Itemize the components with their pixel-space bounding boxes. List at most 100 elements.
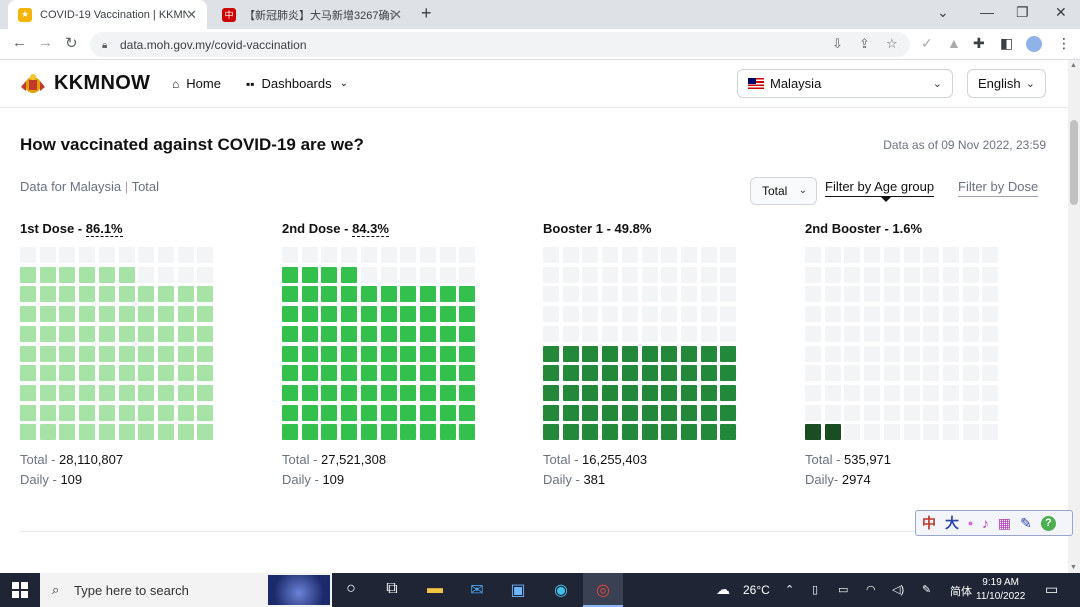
restore-icon[interactable]: ❐ bbox=[1016, 4, 1029, 21]
browser-tab-active[interactable]: ★ COVID-19 Vaccination | KKMNOW ✕ bbox=[8, 0, 207, 29]
waffle-cell-filled bbox=[79, 325, 96, 342]
extension-icon[interactable]: ▲ bbox=[947, 35, 961, 51]
reload-icon[interactable]: ↻ bbox=[65, 34, 78, 52]
country-select[interactable]: Malaysia ⌄ bbox=[737, 69, 953, 98]
cortana-icon[interactable]: ○ bbox=[341, 580, 361, 600]
waffle-cell-filled bbox=[543, 384, 559, 401]
waffle-cell-filled bbox=[301, 384, 318, 401]
new-tab-icon[interactable]: + bbox=[421, 3, 432, 24]
waffle-cell-filled bbox=[602, 345, 619, 362]
ime-tool-icon[interactable]: ✎ bbox=[1020, 515, 1032, 532]
chrome-taskbar-button[interactable]: ◎ bbox=[583, 573, 623, 607]
volume-icon[interactable]: ◁) bbox=[892, 583, 904, 596]
share-icon[interactable]: ⇪ bbox=[859, 36, 870, 52]
total-select[interactable]: Total ⌄ bbox=[750, 177, 817, 205]
page-scrollbar[interactable]: ▲ ▼ bbox=[1068, 60, 1080, 573]
check-extension-icon[interactable]: ✓ bbox=[921, 35, 933, 52]
nav-dashboards[interactable]: ▪▪ Dashboards ⌄ bbox=[246, 76, 348, 91]
tray-device-icon[interactable]: ▯ bbox=[812, 583, 818, 596]
ime-help-icon[interactable]: ? bbox=[1040, 515, 1056, 531]
chrome-icon: ◎ bbox=[596, 582, 610, 599]
waffle-chart-booster2 bbox=[805, 247, 1000, 442]
waffle-cell-empty bbox=[805, 325, 821, 342]
ime-moon-icon[interactable]: ♪ bbox=[982, 515, 989, 531]
waffle-cell-filled bbox=[39, 306, 56, 323]
waffle-cell-filled bbox=[59, 424, 76, 441]
close-window-icon[interactable]: ✕ bbox=[1055, 4, 1067, 21]
dose-percent[interactable]: 86.1% bbox=[85, 221, 123, 237]
ime-punct-icon[interactable]: • bbox=[968, 515, 973, 531]
forward-icon[interactable]: → bbox=[38, 34, 53, 51]
notifications-icon[interactable]: ▭ bbox=[1045, 581, 1058, 598]
ime-toolbar[interactable]: 中 大 • ♪ ▦ ✎ ? bbox=[915, 510, 1073, 536]
waffle-cell-filled bbox=[582, 424, 599, 441]
filter-dose-tab[interactable]: Filter by Dose bbox=[958, 179, 1039, 197]
tray-display-icon[interactable]: ▭ bbox=[838, 583, 848, 596]
waffle-cell-empty bbox=[661, 325, 678, 342]
waffle-cell-filled bbox=[543, 404, 559, 421]
taskbar-clock[interactable]: 9:19 AM 11/10/2022 bbox=[976, 576, 1025, 604]
ime-width-icon[interactable]: 大 bbox=[945, 513, 959, 533]
edge-icon[interactable]: ◉ bbox=[551, 580, 571, 600]
profile-avatar[interactable] bbox=[1026, 36, 1042, 52]
ime-keyboard-icon[interactable]: ▦ bbox=[998, 515, 1011, 532]
waffle-cell-empty bbox=[680, 247, 697, 263]
close-tab-icon[interactable]: ✕ bbox=[391, 7, 402, 23]
waffle-cell-filled bbox=[459, 345, 476, 362]
tray-chevron-up-icon[interactable]: ⌃ bbox=[785, 583, 794, 596]
install-icon[interactable]: ⇩ bbox=[832, 36, 843, 52]
url-input[interactable]: 🔒︎ data.moh.gov.my/covid-vaccination bbox=[90, 32, 910, 57]
waffle-cell-filled bbox=[98, 365, 115, 382]
waffle-cell-empty bbox=[439, 266, 456, 283]
language-select[interactable]: English ⌄ bbox=[967, 69, 1046, 98]
scroll-up-icon[interactable]: ▲ bbox=[1070, 62, 1077, 69]
waffle-cell-empty bbox=[439, 247, 456, 263]
waffle-cell-filled bbox=[582, 404, 599, 421]
dose-percent[interactable]: 84.3% bbox=[352, 221, 389, 237]
country-value: Malaysia bbox=[770, 76, 822, 91]
browser-tab[interactable]: 中 【新冠肺炎】大马新增3267确诊 | 国 ✕ bbox=[212, 0, 412, 29]
weather-temp[interactable]: 26°C bbox=[743, 583, 770, 597]
waffle-cell-filled bbox=[321, 424, 338, 441]
tab-search-icon[interactable]: ⌄ bbox=[937, 4, 949, 21]
weather-cloud-icon[interactable]: ☁ bbox=[716, 581, 730, 598]
file-explorer-icon[interactable]: ▬ bbox=[425, 580, 445, 600]
ime-language[interactable]: 简体 bbox=[950, 583, 972, 599]
waffle-cell-empty bbox=[641, 306, 658, 323]
bookmark-star-icon[interactable]: ☆ bbox=[886, 36, 898, 52]
waffle-cell-empty bbox=[864, 404, 881, 421]
pen-icon[interactable]: ✎ bbox=[922, 583, 931, 596]
waffle-cell-empty bbox=[39, 247, 56, 263]
nav-home[interactable]: ⌂ Home bbox=[172, 76, 221, 91]
waffle-cell-filled bbox=[177, 384, 194, 401]
scroll-down-icon[interactable]: ▼ bbox=[1070, 564, 1077, 571]
total-stat: Total - 27,521,308 bbox=[282, 452, 386, 467]
waffle-cell-empty bbox=[700, 325, 717, 342]
waffle-cell-filled bbox=[400, 306, 417, 323]
task-view-icon[interactable]: ⧉ bbox=[382, 580, 402, 600]
more-menu-icon[interactable]: ⋮ bbox=[1057, 35, 1071, 52]
side-panel-icon[interactable]: ◧ bbox=[1000, 35, 1013, 52]
logo[interactable]: KKMNOW bbox=[20, 72, 150, 95]
waffle-cell-empty bbox=[903, 325, 920, 342]
taskbar-search-input[interactable]: ⌕ Type here to search bbox=[40, 573, 332, 607]
store-icon[interactable]: ▣ bbox=[508, 580, 528, 600]
windows-start-icon[interactable] bbox=[12, 582, 28, 598]
waffle-cell-empty bbox=[962, 365, 979, 382]
network-icon[interactable]: ◠ bbox=[866, 583, 876, 596]
waffle-cell-filled bbox=[360, 404, 377, 421]
waffle-cell-empty bbox=[360, 247, 377, 263]
waffle-chart-2nd-dose bbox=[282, 247, 477, 442]
waffle-cell-empty bbox=[621, 286, 638, 303]
mail-icon[interactable]: ✉ bbox=[467, 580, 487, 600]
ime-chinese-icon[interactable]: 中 bbox=[922, 513, 936, 533]
waffle-cell-empty bbox=[543, 306, 559, 323]
waffle-cell-empty bbox=[582, 266, 599, 283]
scrollbar-thumb[interactable] bbox=[1070, 120, 1078, 205]
waffle-cell-empty bbox=[720, 306, 737, 323]
filter-age-group-tab[interactable]: Filter by Age group bbox=[825, 179, 935, 202]
close-tab-icon[interactable]: ✕ bbox=[186, 7, 197, 23]
minimize-icon[interactable]: — bbox=[980, 4, 994, 20]
back-icon[interactable]: ← bbox=[12, 34, 27, 51]
puzzle-extensions-icon[interactable]: ✚ bbox=[973, 35, 985, 52]
